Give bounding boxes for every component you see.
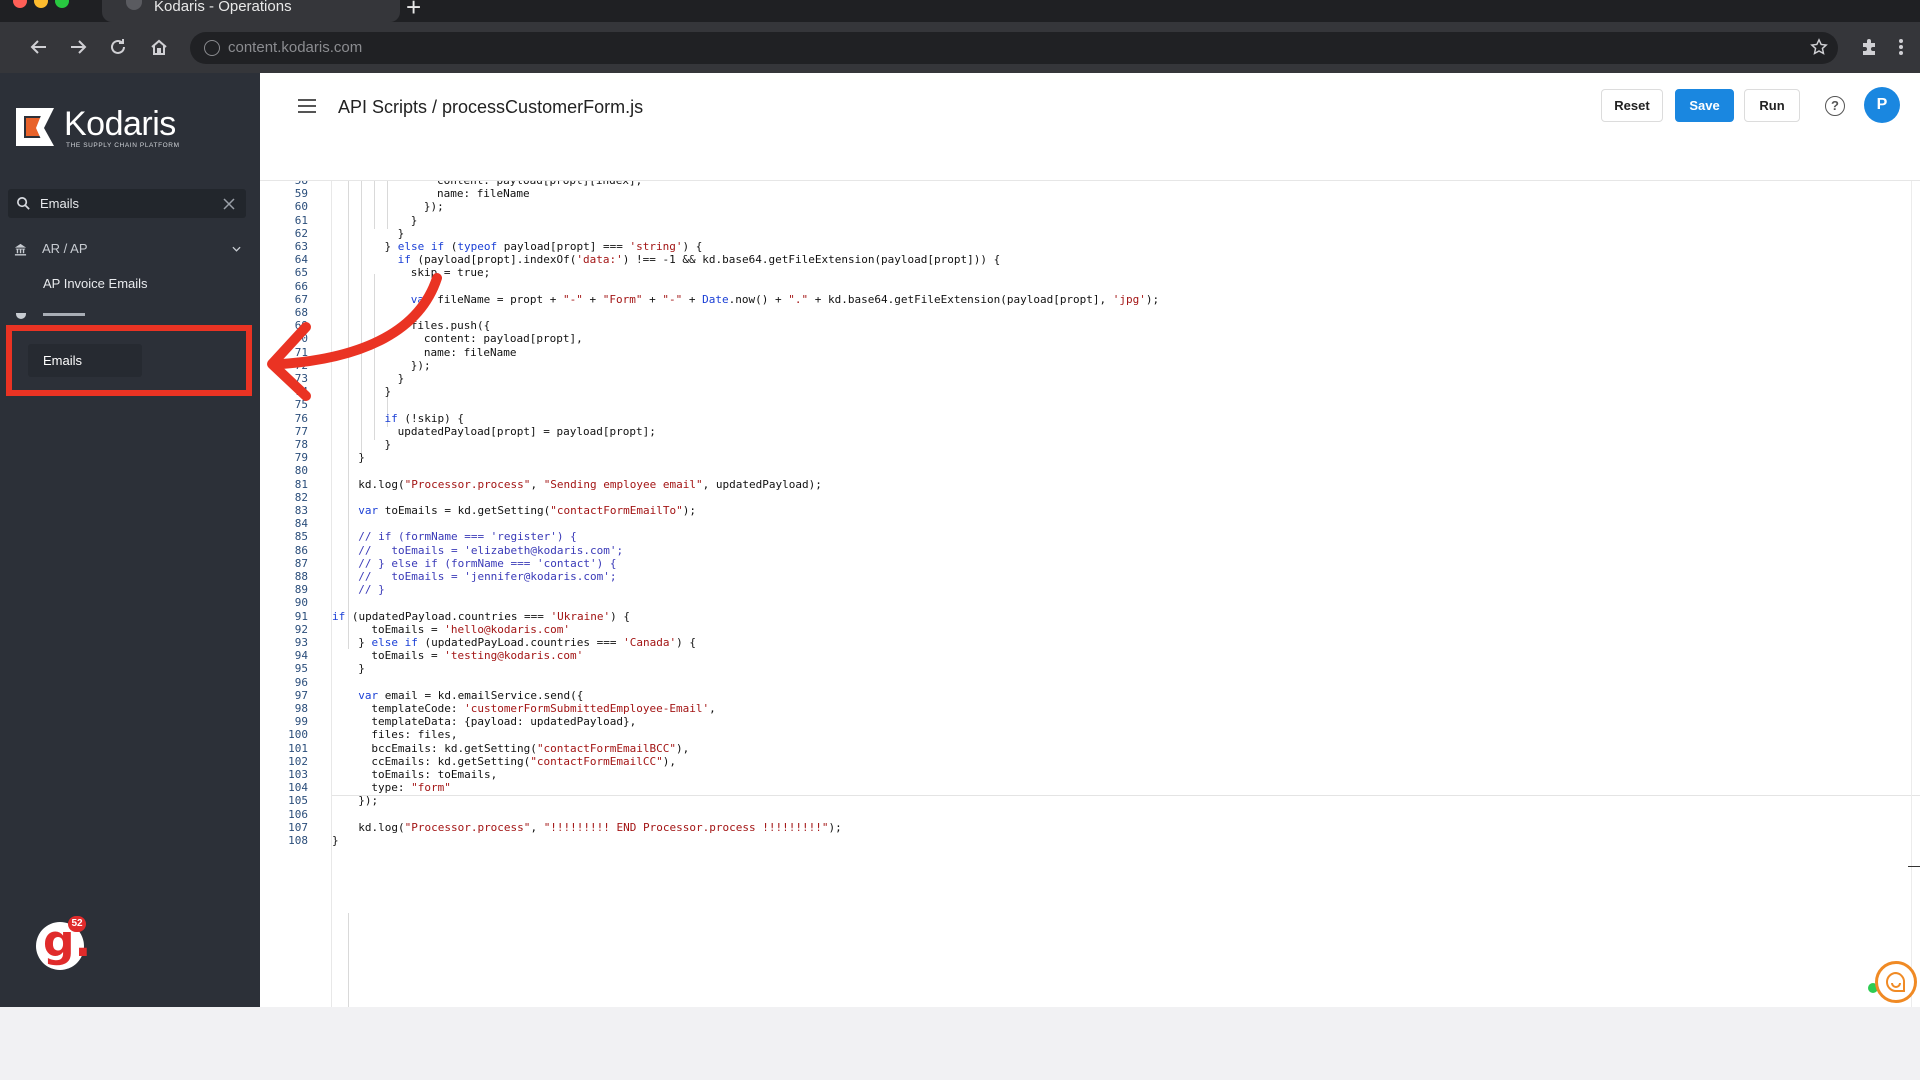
chat-support-widget[interactable] [1875,961,1917,1003]
screen: Kodaris - Operations + content.kodaris.c… [0,0,1920,1007]
annotation-arrow [267,273,442,401]
chat-bubble-icon [1886,971,1906,992]
